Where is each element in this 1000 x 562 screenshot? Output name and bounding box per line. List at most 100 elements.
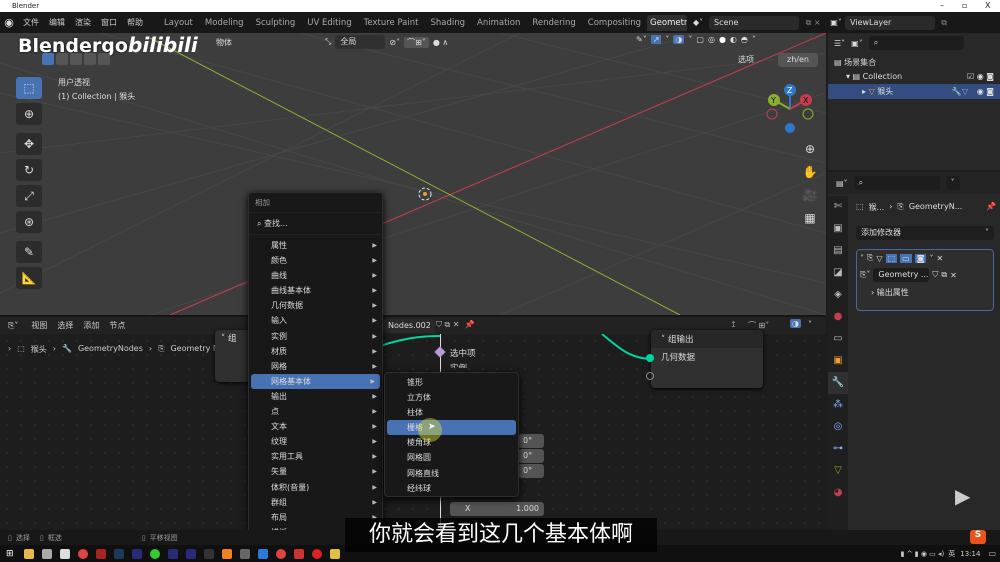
output-tab-icon[interactable]: ▤ bbox=[828, 240, 848, 262]
menu-window[interactable]: 窗口 bbox=[96, 17, 122, 28]
tab-compositing[interactable]: Compositing bbox=[582, 15, 647, 31]
world-tab-icon[interactable]: ● bbox=[828, 306, 848, 328]
view-layer-tab-icon[interactable]: ◪ bbox=[828, 262, 848, 284]
close-button[interactable]: X bbox=[985, 0, 990, 12]
taskbar-app-icon[interactable] bbox=[131, 548, 142, 559]
taskbar-app-icon[interactable] bbox=[275, 548, 286, 559]
node-group-browse-icon[interactable]: ⎘˅ bbox=[860, 270, 870, 280]
add-menu-item[interactable]: 输出 ▶ bbox=[249, 389, 382, 404]
minimize-button[interactable]: – bbox=[940, 0, 944, 12]
rotation-x-field[interactable]: 0° bbox=[518, 434, 544, 448]
select-subtract-icon[interactable] bbox=[70, 53, 82, 65]
add-menu-item[interactable]: 颜色 ▶ bbox=[249, 253, 382, 268]
add-menu-search[interactable]: ⌕ 查找... bbox=[249, 212, 382, 235]
add-menu-item[interactable]: 点 ▶ bbox=[249, 404, 382, 419]
rotation-y-field[interactable]: 0° bbox=[518, 449, 544, 463]
ime-indicator[interactable]: 英 bbox=[948, 549, 960, 559]
zoom-icon[interactable]: ⊕ bbox=[802, 138, 818, 161]
modifier-menu-icon[interactable]: ˅ bbox=[929, 254, 933, 263]
node-menu-view[interactable]: 视图 bbox=[26, 320, 52, 331]
cursor-tool[interactable]: ⊕ bbox=[16, 103, 42, 125]
add-menu-item[interactable]: 纹理 ▶ bbox=[249, 434, 382, 449]
submenu-item[interactable]: 网格直线 bbox=[385, 466, 518, 481]
add-menu-item[interactable]: 文本 ▶ bbox=[249, 419, 382, 434]
particles-tab-icon[interactable]: ⁂ bbox=[828, 394, 848, 416]
edit-mode-icon[interactable]: ▽ bbox=[876, 254, 882, 263]
physics-tab-icon[interactable]: ◎ bbox=[828, 416, 848, 438]
taskbar-app-icon[interactable] bbox=[185, 548, 196, 559]
add-menu-item[interactable]: 曲线 ▶ bbox=[249, 268, 382, 283]
node-editor-type-icon[interactable]: ⎘˅ bbox=[0, 321, 26, 331]
add-menu-item[interactable]: 网格 ▶ bbox=[249, 359, 382, 374]
node-overlay-icon[interactable]: ◑ bbox=[790, 319, 801, 328]
object-tab-icon[interactable]: ▣ bbox=[828, 350, 848, 372]
proportional-edit-icon[interactable]: ● ∧ bbox=[433, 38, 448, 47]
add-menu-item[interactable]: 实用工具 ▶ bbox=[249, 449, 382, 464]
taskbar-app-icon[interactable] bbox=[311, 548, 322, 559]
blender-logo-icon[interactable]: ◉ bbox=[0, 16, 18, 29]
outliner-row-object[interactable]: ▸ ▽ 猴头 🔧▽ ◉ ◙ bbox=[828, 84, 1000, 99]
add-modifier-dropdown[interactable]: 添加修改器 ˅ bbox=[856, 226, 994, 240]
add-menu-item[interactable]: 矢量 ▶ bbox=[249, 464, 382, 479]
tab-sculpting[interactable]: Sculpting bbox=[250, 15, 302, 31]
geometry-socket-icon[interactable] bbox=[646, 354, 654, 362]
start-icon[interactable]: ⊞ bbox=[0, 549, 20, 559]
material-tab-icon[interactable]: ◕ bbox=[828, 482, 848, 504]
taskbar-app-icon[interactable] bbox=[149, 548, 160, 559]
move-tool[interactable]: ✥ bbox=[16, 133, 42, 155]
grid-view-icon[interactable]: ▦ bbox=[802, 207, 818, 230]
gizmo-icon[interactable]: ↗ bbox=[650, 35, 662, 44]
overlay-icon[interactable]: ◑ bbox=[673, 35, 685, 44]
remove-modifier-icon[interactable]: ✕ bbox=[936, 254, 943, 263]
menu-file[interactable]: 文件 bbox=[18, 17, 44, 28]
empty-socket-icon[interactable] bbox=[646, 372, 654, 380]
properties-options-dropdown[interactable]: ˅ bbox=[945, 176, 960, 190]
select-new-icon[interactable] bbox=[42, 53, 54, 65]
node-group-field[interactable]: Geometry ... bbox=[873, 268, 930, 282]
view-layer-icon[interactable]: ▣˅ bbox=[827, 18, 845, 27]
submenu-item[interactable]: 锥形 bbox=[385, 375, 518, 390]
sogou-ime-icon[interactable]: S bbox=[970, 530, 986, 544]
scene-icon[interactable]: ◆˅ bbox=[687, 18, 709, 27]
select-intersect-icon[interactable] bbox=[98, 53, 110, 65]
3d-viewport[interactable]: Blendergo bilibili 物体 ⤡ 全局 ⊘˅ ⌒⊞˅ ● ∧ ✎˅… bbox=[0, 33, 826, 315]
view-layer-selector[interactable]: ViewLayer bbox=[845, 15, 936, 30]
menu-edit[interactable]: 编辑 bbox=[44, 17, 70, 28]
taskbar-app-icon[interactable] bbox=[113, 548, 124, 559]
shading-rendered-icon[interactable]: ◓ bbox=[741, 35, 748, 44]
taskbar-app-icon[interactable] bbox=[59, 548, 70, 559]
node-menu-node[interactable]: 节点 bbox=[104, 320, 130, 331]
tab-layout[interactable]: Layout bbox=[158, 15, 199, 31]
scene-tab-icon[interactable]: ◈ bbox=[828, 284, 848, 306]
collection-tab-icon[interactable]: ▭ bbox=[828, 328, 848, 350]
editor-type-icon[interactable]: ▤˅ bbox=[836, 179, 848, 188]
submenu-item[interactable]: 棱角球 bbox=[385, 435, 518, 450]
render-icon[interactable]: ◙ bbox=[914, 253, 927, 263]
add-menu-item[interactable]: 实例 ▶ bbox=[249, 329, 382, 344]
tab-animation[interactable]: Animation bbox=[471, 15, 526, 31]
add-menu-item[interactable]: 几何数据 ▶ bbox=[249, 298, 382, 313]
transform-orientation-dropdown[interactable]: 全局 bbox=[335, 35, 386, 49]
menu-render[interactable]: 渲染 bbox=[70, 17, 96, 28]
node-group-name-field[interactable]: Nodes.002 bbox=[383, 319, 435, 333]
taskbar-app-icon[interactable] bbox=[77, 548, 88, 559]
taskbar-app-icon[interactable] bbox=[23, 548, 34, 559]
visibility-icon[interactable]: ✎˅ bbox=[636, 35, 647, 44]
group-output-node[interactable]: ˅ 组输出 几何数据 bbox=[651, 330, 763, 388]
taskbar-app-icon[interactable] bbox=[41, 548, 52, 559]
measure-tool[interactable]: 📐 bbox=[16, 267, 42, 289]
duplicate-icon[interactable]: ⧉ bbox=[941, 270, 947, 280]
fake-user-icon[interactable]: ⛉ bbox=[932, 270, 938, 280]
outliner-search-input[interactable]: ⌕ bbox=[868, 36, 964, 50]
filter-icon[interactable]: ▣˅ bbox=[851, 39, 863, 48]
add-menu-item[interactable]: 材质 ▶ bbox=[249, 344, 382, 359]
parent-node-tree-icon[interactable]: ↥ bbox=[730, 320, 737, 329]
output-attributes-subpanel[interactable]: › 输出属性 bbox=[857, 284, 993, 301]
taskbar-app-icon[interactable] bbox=[239, 548, 250, 559]
select-box-tool[interactable]: ⬚ bbox=[16, 77, 42, 99]
submenu-item[interactable]: 经纬球 bbox=[385, 481, 518, 496]
pin-icon[interactable]: 📌 bbox=[986, 202, 996, 213]
transform-orientation-icon[interactable]: ⤡ bbox=[325, 37, 331, 47]
scale-tool[interactable]: ⤢ bbox=[16, 185, 42, 207]
restore-button[interactable]: ▫ bbox=[962, 0, 967, 12]
